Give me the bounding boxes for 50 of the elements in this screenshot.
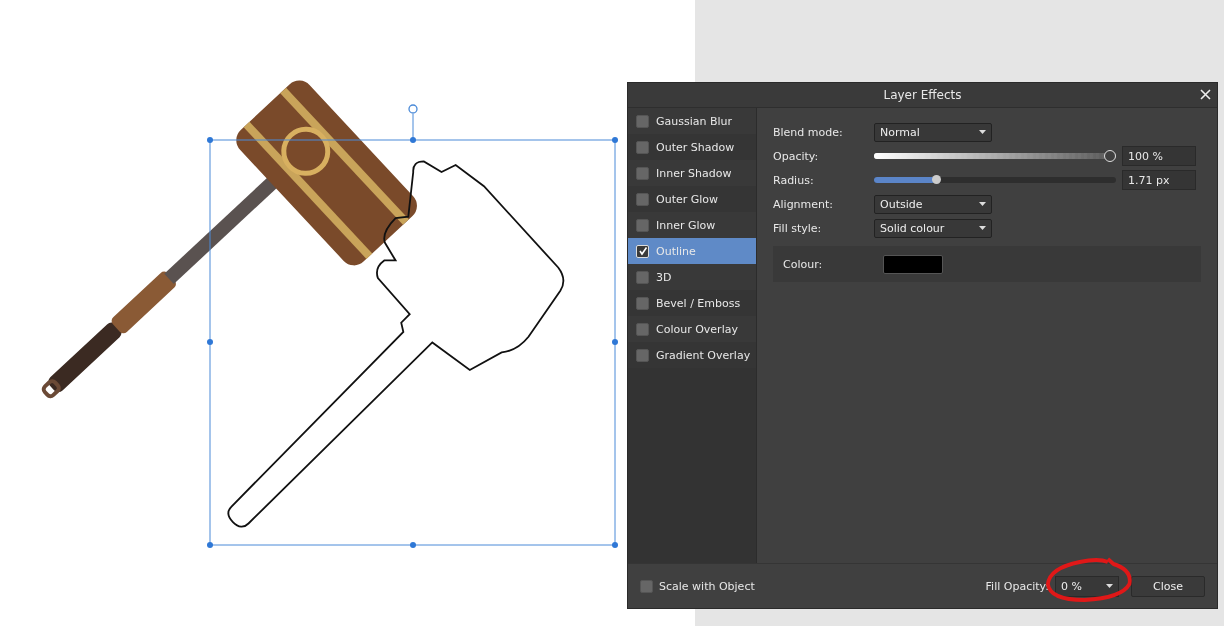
effect-item[interactable]: Colour Overlay: [628, 316, 756, 342]
effect-label: Outline: [656, 244, 696, 258]
dropdown[interactable]: Outside: [874, 194, 992, 214]
checkbox[interactable]: [636, 322, 649, 336]
close-icon[interactable]: [1200, 89, 1211, 100]
checkbox[interactable]: [640, 579, 653, 593]
checkbox[interactable]: [636, 348, 649, 362]
close-button[interactable]: Close: [1131, 575, 1205, 597]
colour-swatch[interactable]: [883, 254, 943, 274]
effect-label: Bevel / Emboss: [656, 296, 741, 310]
effect-label: 3D: [656, 270, 672, 284]
effect-label: Colour Overlay: [656, 322, 738, 336]
checkbox[interactable]: [636, 296, 649, 310]
setting-label: Blend mode:: [773, 125, 844, 139]
caret-icon: [1106, 584, 1113, 588]
effect-label: Inner Shadow: [656, 166, 732, 180]
checkbox[interactable]: [636, 270, 649, 284]
effect-label: Gradient Overlay: [656, 348, 751, 362]
effect-label: Outer Glow: [656, 192, 719, 206]
setting-label: Opacity:: [773, 149, 820, 163]
effect-item[interactable]: Inner Glow: [628, 212, 756, 238]
effect-label: Inner Glow: [656, 218, 716, 232]
dropdown[interactable]: Solid colour: [874, 218, 992, 238]
dropdown[interactable]: Normal: [874, 122, 992, 142]
setting-label: Alignment:: [773, 197, 835, 211]
value-field[interactable]: 1.71 px: [1122, 170, 1196, 190]
effect-item[interactable]: Inner Shadow: [628, 160, 756, 186]
effect-item[interactable]: 3D: [628, 264, 756, 290]
effect-label: Outer Shadow: [656, 140, 735, 154]
checkbox[interactable]: [636, 114, 649, 128]
scale-with-object-label: Scale with Object: [659, 579, 755, 593]
selection-box[interactable]: [207, 104, 618, 548]
caret-icon: [979, 130, 986, 134]
fill-opacity-dropdown[interactable]: 0 %: [1055, 575, 1119, 597]
slider-thumb[interactable]: [932, 175, 942, 184]
value-field[interactable]: 100 %: [1122, 146, 1196, 166]
caret-icon: [979, 202, 986, 206]
setting-label: Fill style:: [773, 221, 823, 235]
caret-icon: [979, 226, 986, 230]
colour-label: Colour:: [783, 257, 824, 271]
opacity-slider[interactable]: [874, 149, 1116, 163]
checkbox[interactable]: [636, 192, 649, 206]
checkbox[interactable]: [636, 218, 649, 232]
checkbox[interactable]: [636, 166, 649, 180]
effect-label: Gaussian Blur: [656, 114, 733, 128]
effect-item[interactable]: Gaussian Blur: [628, 108, 756, 134]
setting-label: Radius:: [773, 173, 815, 187]
dialog-title: Layer Effects: [883, 88, 962, 102]
checkbox[interactable]: [636, 140, 649, 154]
slider-thumb[interactable]: [1104, 150, 1116, 162]
